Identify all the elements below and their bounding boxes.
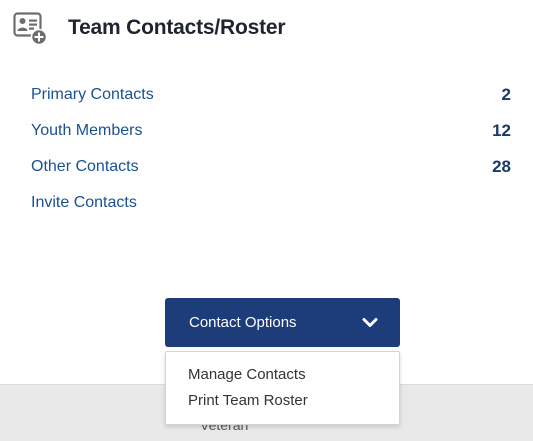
contact-card-add-icon (13, 12, 47, 45)
contact-list: Primary Contacts 2 Youth Members 12 Othe… (31, 77, 513, 221)
primary-contacts-count: 2 (501, 85, 511, 104)
contact-options-button[interactable]: Contact Options (165, 298, 400, 347)
other-contacts-link[interactable]: Other Contacts (31, 158, 139, 176)
other-contacts-count: 28 (492, 157, 511, 176)
menu-item-print-team-roster[interactable]: Print Team Roster (166, 388, 399, 414)
contact-row-youth: Youth Members 12 (31, 113, 513, 149)
contact-row-primary: Primary Contacts 2 (31, 77, 513, 113)
page-title: Team Contacts/Roster (68, 16, 286, 39)
page-header: Team Contacts/Roster (13, 10, 286, 46)
chevron-down-icon (362, 317, 378, 327)
youth-members-link[interactable]: Youth Members (31, 122, 142, 140)
invite-contacts-link[interactable]: Invite Contacts (31, 194, 137, 212)
contact-row-invite: Invite Contacts (31, 185, 513, 221)
primary-contacts-link[interactable]: Primary Contacts (31, 86, 154, 104)
contact-options-dropdown: Manage Contacts Print Team Roster (165, 351, 400, 425)
menu-item-manage-contacts[interactable]: Manage Contacts (166, 362, 399, 388)
contact-row-other: Other Contacts 28 (31, 149, 513, 185)
contact-options-label: Contact Options (189, 314, 297, 331)
youth-members-count: 12 (492, 121, 511, 140)
